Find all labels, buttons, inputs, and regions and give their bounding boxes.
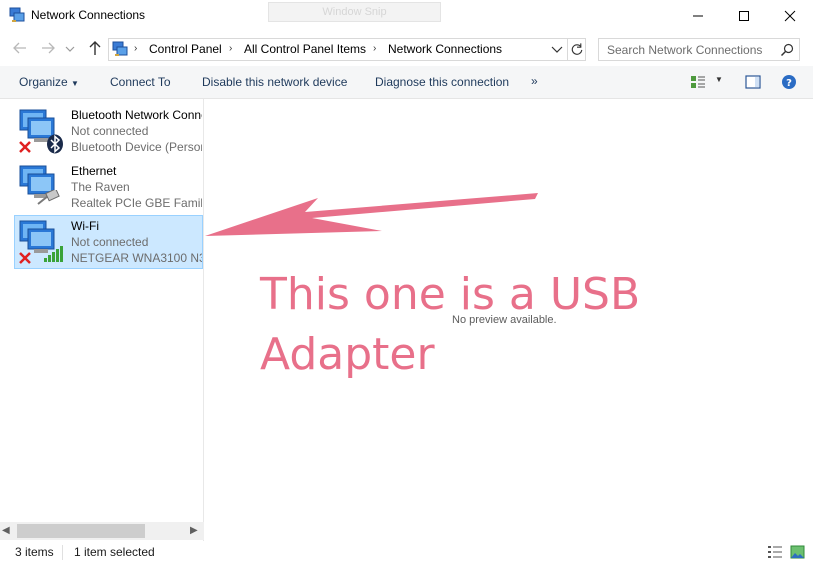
- breadcrumb-network-connections[interactable]: Network Connections: [388, 42, 502, 56]
- connection-device: NETGEAR WNA3100 N300 Wireless USB Adapte…: [71, 251, 202, 265]
- connection-device: Bluetooth Device (Personal Area Network): [71, 140, 202, 154]
- breadcrumb-control-panel[interactable]: Control Panel: [149, 42, 222, 56]
- disable-network-device-button[interactable]: Disable this network device: [202, 75, 347, 89]
- help-icon[interactable]: ?: [781, 74, 797, 90]
- command-toolbar: Organize ▼ Connect To Disable this netwo…: [0, 66, 813, 99]
- forward-arrow-icon[interactable]: [39, 39, 57, 57]
- svg-text:?: ?: [786, 78, 792, 89]
- address-bar[interactable]: › Control Panel › All Control Panel Item…: [108, 38, 586, 61]
- scrollbar-thumb[interactable]: [17, 524, 145, 538]
- recent-locations-chevron-icon[interactable]: [64, 39, 76, 57]
- breadcrumb-separator-icon[interactable]: ›: [229, 43, 232, 54]
- status-bar: 3 items 1 item selected: [0, 541, 813, 564]
- connection-status: The Raven: [71, 180, 130, 194]
- large-icons-view-icon[interactable]: [790, 545, 805, 559]
- change-view-icon[interactable]: [690, 74, 706, 90]
- address-row: › Control Panel › All Control Panel Item…: [0, 31, 813, 66]
- status-divider: [62, 545, 63, 560]
- connections-list: Bluetooth Network Connection Not connect…: [0, 99, 204, 542]
- maximize-icon: [739, 11, 749, 21]
- search-icon[interactable]: [780, 43, 794, 57]
- breadcrumb-separator-icon[interactable]: ›: [134, 43, 137, 54]
- disconnected-x-icon: [19, 141, 31, 153]
- connection-name: Wi-Fi: [71, 219, 99, 233]
- wifi-signal-icon: [44, 246, 63, 262]
- details-view-icon[interactable]: [767, 545, 783, 559]
- close-button[interactable]: [767, 0, 813, 31]
- item-count: 3 items: [15, 545, 54, 559]
- scroll-right-icon[interactable]: ▶: [190, 525, 198, 536]
- selection-count: 1 item selected: [74, 545, 155, 559]
- connection-device: Realtek PCIe GBE Family Controller: [71, 196, 202, 210]
- window-snip-ghost: Window Snip: [268, 2, 441, 22]
- network-connections-app-icon: [9, 7, 25, 22]
- window-title: Network Connections: [31, 8, 146, 22]
- horizontal-scrollbar[interactable]: ◀ ▶: [0, 522, 204, 540]
- preview-pane-icon[interactable]: [745, 74, 761, 90]
- chevron-down-icon: ▼: [71, 79, 79, 88]
- search-box[interactable]: Search Network Connections: [598, 38, 800, 61]
- annotation-line-2: Adapter: [260, 329, 435, 380]
- up-arrow-icon[interactable]: [86, 39, 104, 57]
- close-icon: [784, 10, 796, 22]
- back-arrow-icon[interactable]: [11, 39, 29, 57]
- diagnose-connection-button[interactable]: Diagnose this connection: [375, 75, 509, 89]
- breadcrumb-all-control-panel-items[interactable]: All Control Panel Items: [244, 42, 366, 56]
- organize-menu-button[interactable]: Organize ▼: [19, 75, 79, 89]
- scroll-left-icon[interactable]: ◀: [2, 525, 10, 536]
- connect-to-button[interactable]: Connect To: [110, 75, 171, 89]
- breadcrumb-separator-icon[interactable]: ›: [373, 43, 376, 54]
- address-dropdown-chevron-icon[interactable]: [548, 39, 566, 60]
- connection-name: Bluetooth Network Connection: [71, 108, 202, 122]
- connection-status: Not connected: [71, 124, 149, 138]
- search-placeholder[interactable]: Search Network Connections: [607, 43, 762, 57]
- title-bar: Network Connections Window Snip: [0, 0, 813, 31]
- minimize-button[interactable]: [675, 0, 721, 31]
- view-options-chevron-icon[interactable]: ▼: [715, 75, 723, 84]
- bluetooth-icon: [47, 134, 63, 154]
- minimize-icon: [693, 15, 703, 17]
- more-commands-button[interactable]: »: [531, 74, 538, 88]
- organize-label: Organize: [19, 75, 68, 89]
- refresh-icon[interactable]: [567, 39, 586, 60]
- control-panel-icon: [112, 41, 128, 56]
- ethernet-cable-icon: [37, 190, 60, 205]
- connection-name: Ethernet: [71, 164, 117, 178]
- list-item-bluetooth-connection[interactable]: Bluetooth Network Connection Not connect…: [14, 104, 203, 158]
- list-item-ethernet-connection[interactable]: Ethernet The Raven Realtek PCIe GBE Fami…: [14, 160, 203, 214]
- maximize-button[interactable]: [721, 0, 767, 31]
- annotation-arrow: [205, 193, 538, 236]
- list-item-wifi-connection[interactable]: Wi-Fi Not connected NETGEAR WNA3100 N300…: [14, 215, 203, 269]
- annotation-line-1: This one is a USB: [260, 269, 641, 320]
- disconnected-x-icon: [19, 252, 31, 264]
- connection-status: Not connected: [71, 235, 149, 249]
